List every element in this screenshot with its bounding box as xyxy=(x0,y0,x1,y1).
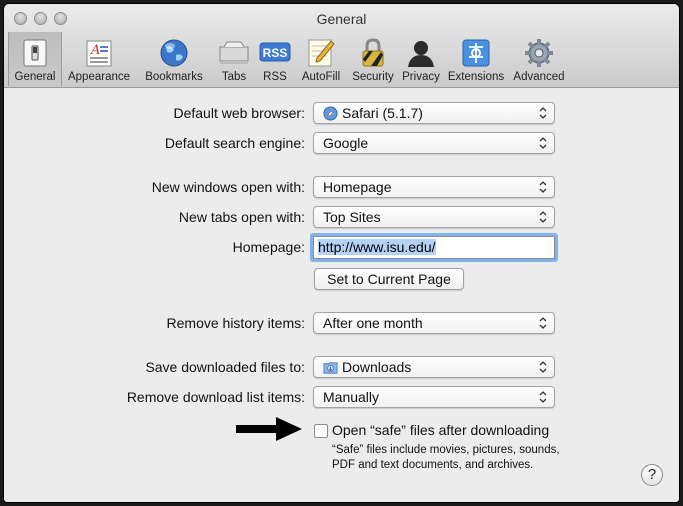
safe-files-help-line2: PDF and text documents, and archives. xyxy=(332,459,534,471)
tabs-icon xyxy=(219,41,249,64)
default-browser-popup[interactable]: Safari (5.1.7) xyxy=(313,102,555,124)
safe-files-help-line1: “Safe” files include movies, pictures, s… xyxy=(332,444,560,456)
set-current-row: Set to Current Page xyxy=(4,268,679,290)
chevron-updown-icon xyxy=(539,361,547,373)
open-safe-files-label[interactable]: Open “safe” files after downloading xyxy=(332,422,549,438)
new-windows-label: New windows open with: xyxy=(151,179,305,195)
remove-download-list-popup[interactable]: Manually xyxy=(313,386,555,408)
default-browser-value: Safari (5.1.7) xyxy=(342,105,423,121)
remove-history-value: After one month xyxy=(323,315,423,331)
tab-autofill-label: AutoFill xyxy=(301,71,341,83)
tab-appearance-label: Appearance xyxy=(67,71,131,83)
remove-download-list-value: Manually xyxy=(323,389,380,405)
chevron-updown-icon xyxy=(539,391,547,403)
new-tabs-value: Top Sites xyxy=(323,209,381,225)
remove-history-popup[interactable]: After one month xyxy=(313,312,555,334)
tab-autofill[interactable]: AutoFill xyxy=(294,32,348,86)
pointer-arrow-icon xyxy=(236,417,302,441)
appearance-icon: A xyxy=(86,40,112,67)
tab-privacy-label: Privacy xyxy=(402,71,440,83)
set-to-current-page-button[interactable]: Set to Current Page xyxy=(314,268,464,290)
open-safe-files-checkbox[interactable] xyxy=(314,424,328,438)
default-browser-row: Default web browser: Safari (5.1.7) xyxy=(4,102,679,124)
tab-appearance[interactable]: A Appearance xyxy=(62,32,136,86)
save-downloads-value: Downloads xyxy=(342,359,412,375)
remove-history-label: Remove history items: xyxy=(166,315,305,331)
search-engine-label: Default search engine: xyxy=(164,135,305,151)
homepage-field[interactable]: http://www.isu.edu/ xyxy=(313,236,555,259)
search-engine-popup[interactable]: Google xyxy=(313,132,555,154)
chevron-updown-icon xyxy=(539,211,547,223)
tab-security-label: Security xyxy=(352,71,394,83)
new-windows-row: New windows open with: Homepage xyxy=(4,176,679,198)
save-downloads-row: Save downloaded files to: Downloads xyxy=(4,356,679,378)
bookmarks-globe-icon xyxy=(160,39,188,67)
homepage-label: Homepage: xyxy=(232,239,305,255)
new-tabs-row: New tabs open with: Top Sites xyxy=(4,206,679,228)
remove-download-list-label: Remove download list items: xyxy=(126,389,305,405)
preferences-toolbar: General A Appearance Bookmarks Tabs RSS … xyxy=(8,32,570,86)
advanced-gear-icon xyxy=(525,39,553,67)
chevron-updown-icon xyxy=(539,181,547,193)
tab-bookmarks[interactable]: Bookmarks xyxy=(136,32,212,86)
homepage-value: http://www.isu.edu/ xyxy=(318,239,436,255)
general-switch-icon xyxy=(23,39,47,67)
save-downloads-popup[interactable]: Downloads xyxy=(313,356,555,378)
search-engine-row: Default search engine: Google xyxy=(4,132,679,154)
titlebar: General General A Appearance Bookmarks T… xyxy=(4,4,679,88)
extensions-icon xyxy=(462,39,490,67)
new-tabs-label: New tabs open with: xyxy=(178,209,305,225)
tab-general[interactable]: General xyxy=(8,32,62,86)
tab-security[interactable]: Security xyxy=(348,32,398,86)
homepage-row: Homepage: http://www.isu.edu/ xyxy=(4,236,679,259)
privacy-person-icon xyxy=(408,41,434,67)
security-lock-icon xyxy=(362,38,384,67)
safari-compass-icon xyxy=(323,106,338,121)
new-windows-value: Homepage xyxy=(323,179,392,195)
remove-download-list-row: Remove download list items: Manually xyxy=(4,386,679,408)
default-browser-label: Default web browser: xyxy=(173,105,305,121)
autofill-pencil-icon xyxy=(308,39,335,67)
tab-general-label: General xyxy=(14,71,56,83)
tab-extensions[interactable]: Extensions xyxy=(444,32,508,86)
tab-advanced[interactable]: Advanced xyxy=(508,32,570,86)
general-pane: Default web browser: Safari (5.1.7) Defa… xyxy=(4,89,679,502)
save-downloads-label: Save downloaded files to: xyxy=(145,359,305,375)
open-safe-files-row: Open “safe” files after downloading xyxy=(4,422,679,444)
svg-text:A: A xyxy=(90,43,100,58)
tab-tabs[interactable]: Tabs xyxy=(212,32,256,86)
tab-rss[interactable]: RSS RSS xyxy=(256,32,294,86)
tab-extensions-label: Extensions xyxy=(447,71,505,83)
new-windows-popup[interactable]: Homepage xyxy=(313,176,555,198)
rss-icon-text: RSS xyxy=(263,46,288,60)
tab-rss-label: RSS xyxy=(263,71,287,83)
remove-history-row: Remove history items: After one month xyxy=(4,312,679,334)
new-tabs-popup[interactable]: Top Sites xyxy=(313,206,555,228)
chevron-updown-icon xyxy=(539,317,547,329)
downloads-folder-icon xyxy=(323,362,338,374)
preferences-window: General General A Appearance Bookmarks T… xyxy=(4,4,679,502)
tab-bookmarks-label: Bookmarks xyxy=(145,71,203,83)
tab-privacy[interactable]: Privacy xyxy=(398,32,444,86)
tab-tabs-label: Tabs xyxy=(221,71,247,83)
window-title: General xyxy=(316,11,367,27)
chevron-updown-icon xyxy=(539,107,547,119)
help-button[interactable]: ? xyxy=(641,464,663,486)
rss-icon: RSS xyxy=(259,42,291,62)
chevron-updown-icon xyxy=(539,137,547,149)
tab-advanced-label: Advanced xyxy=(513,71,565,83)
search-engine-value: Google xyxy=(323,135,369,151)
